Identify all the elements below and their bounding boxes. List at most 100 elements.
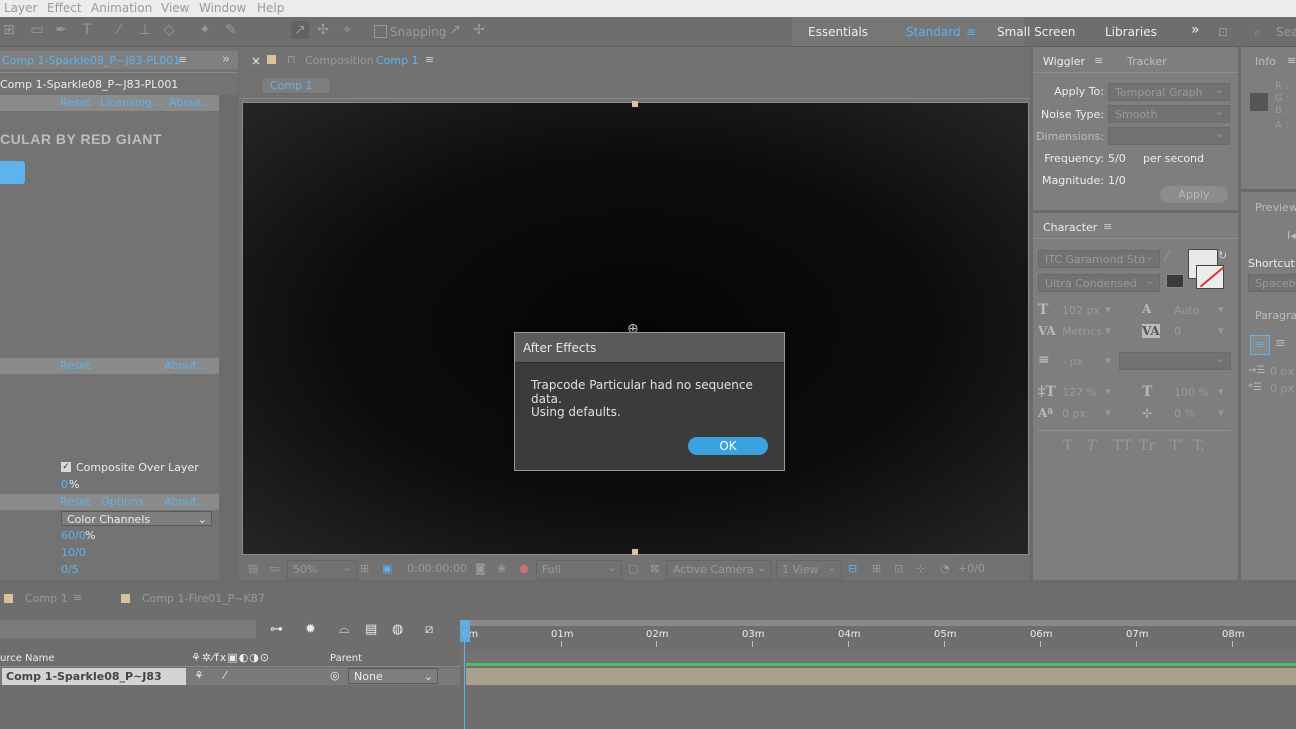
- grid-icon[interactable]: ▣: [382, 562, 392, 575]
- swap-colors-icon[interactable]: ↻: [1218, 249, 1227, 262]
- indent-first-value[interactable]: 0 px: [1270, 382, 1294, 395]
- view-axis-icon[interactable]: ⌖: [338, 21, 356, 39]
- panel-menu-icon[interactable]: ≡: [425, 53, 434, 66]
- transparency-grid-icon[interactable]: ⊠: [650, 562, 659, 575]
- region-icon[interactable]: ▢: [628, 562, 638, 575]
- channels-dropdown[interactable]: Color Channels ⌄: [61, 511, 212, 526]
- puppet-pin-icon[interactable]: ✎: [222, 21, 240, 39]
- timeline-search-input[interactable]: [0, 620, 256, 638]
- small-caps-button[interactable]: Tr: [1139, 438, 1155, 454]
- leading-value[interactable]: Auto: [1174, 304, 1200, 317]
- composite-value[interactable]: 0: [61, 478, 68, 491]
- character-tab[interactable]: Character: [1043, 221, 1097, 234]
- menu-help[interactable]: Help: [257, 0, 284, 16]
- exposure-value[interactable]: +0/0: [958, 562, 985, 575]
- graph-editor-icon[interactable]: ⧄: [425, 622, 433, 637]
- panel-menu-icon[interactable]: ≡: [73, 591, 82, 604]
- rectangle-tool-icon[interactable]: ▭: [28, 21, 46, 39]
- menu-layer[interactable]: Layer: [4, 0, 37, 16]
- stroke-width-value[interactable]: - px: [1062, 355, 1083, 368]
- eraser-tool-icon[interactable]: ◇: [160, 21, 178, 39]
- tracking-value[interactable]: 0: [1174, 325, 1181, 338]
- indent-left-value[interactable]: 0 px: [1270, 365, 1294, 378]
- composition-viewer[interactable]: ⊕: [242, 101, 1029, 555]
- about-link[interactable]: About...: [169, 96, 212, 109]
- layer-duration-bar[interactable]: [466, 668, 1296, 685]
- exposure-icon[interactable]: ◔: [940, 562, 950, 575]
- layer-row[interactable]: Comp 1-Sparkle08_P~J83 ⚘ ⁄ ◎ None ⌄: [0, 668, 460, 685]
- scrollbar[interactable]: [219, 95, 238, 580]
- snap-feather-icon[interactable]: ✢: [470, 21, 488, 39]
- quality-switch-icon[interactable]: ⁄: [224, 669, 226, 682]
- clone-stamp-icon[interactable]: ⊥: [136, 21, 154, 39]
- shortcut-dropdown[interactable]: Spaceba: [1248, 272, 1296, 292]
- world-axis-icon[interactable]: ✣: [314, 21, 332, 39]
- brush-tool-icon[interactable]: ⁄: [110, 21, 128, 39]
- about-link[interactable]: About...: [164, 495, 207, 508]
- reset-link[interactable]: Reset: [60, 359, 91, 372]
- work-area-bar[interactable]: [466, 663, 1296, 666]
- apply-button[interactable]: Apply: [1160, 186, 1228, 203]
- roto-brush-icon[interactable]: ✦: [196, 21, 214, 39]
- lock-icon[interactable]: ⊓: [287, 53, 296, 66]
- baseline-shift-value[interactable]: 0 px: [1062, 407, 1086, 420]
- transform-handle[interactable]: [632, 549, 638, 555]
- param-value-2[interactable]: 10/0: [61, 546, 86, 559]
- time-navigator[interactable]: [460, 620, 1296, 626]
- workspace-essentials[interactable]: Essentials: [808, 25, 868, 39]
- fit-icon[interactable]: ⊞: [360, 562, 369, 575]
- frame-blending-icon[interactable]: ▤: [365, 622, 377, 637]
- tab-tracker[interactable]: Tracker: [1127, 55, 1167, 68]
- snapping-checkbox[interactable]: [374, 25, 387, 38]
- paragraph-tab[interactable]: Paragrap: [1255, 309, 1296, 322]
- search-input[interactable]: Sear: [1276, 25, 1296, 39]
- monitor-icon[interactable]: ▭: [269, 562, 279, 575]
- always-preview-icon[interactable]: ▤: [248, 562, 258, 575]
- align-left-icon[interactable]: ≡: [1250, 335, 1270, 355]
- stroke-color-swatch[interactable]: [1196, 265, 1225, 289]
- camera-icon[interactable]: ◙: [475, 562, 486, 575]
- motion-blur-icon[interactable]: ◍: [392, 622, 403, 637]
- noise-type-dropdown[interactable]: Smooth: [1108, 103, 1230, 123]
- local-axis-icon[interactable]: ↗: [291, 21, 309, 39]
- effect-controls-tab[interactable]: Comp 1-Sparkle08_P~J83-PL001: [2, 54, 180, 67]
- workspace-libraries[interactable]: Libraries: [1105, 25, 1157, 39]
- timeline-tab-comp1[interactable]: Comp 1: [25, 592, 68, 605]
- preview-tab[interactable]: Preview: [1255, 201, 1296, 214]
- sync-icon[interactable]: ⊡: [1218, 25, 1228, 39]
- pickwhip-icon[interactable]: ◎: [330, 669, 340, 682]
- font-family-dropdown[interactable]: ITC Garamond Std: [1038, 248, 1160, 268]
- menu-effect[interactable]: Effect: [47, 0, 82, 16]
- orbit-tool-icon[interactable]: ⊞: [0, 21, 18, 39]
- timeline-icon[interactable]: ⊞: [872, 562, 881, 575]
- reset-link[interactable]: Reset: [60, 96, 91, 109]
- panel-menu-icon[interactable]: ≡: [1287, 54, 1296, 67]
- playhead-handle[interactable]: [460, 620, 470, 642]
- snap-edge-icon[interactable]: ↗: [446, 21, 464, 39]
- dimensions-dropdown[interactable]: [1108, 125, 1230, 145]
- panel-expand-icon[interactable]: »: [222, 52, 230, 67]
- reset-link[interactable]: Reset: [60, 495, 91, 508]
- layer-name[interactable]: Comp 1-Sparkle08_P~J83: [2, 668, 186, 685]
- play-icon[interactable]: I◂: [1287, 229, 1296, 242]
- licensing-link[interactable]: Licensing...: [100, 96, 162, 109]
- stroke-style-dropdown[interactable]: [1119, 350, 1231, 370]
- faux-bold-button[interactable]: T: [1063, 438, 1072, 454]
- panel-menu-icon[interactable]: ≡: [1094, 54, 1103, 67]
- flowchart-icon[interactable]: ⊹: [916, 562, 925, 575]
- workspace-small-screen[interactable]: Small Screen: [997, 25, 1075, 39]
- resolution-dropdown[interactable]: Full ⌄: [536, 560, 622, 580]
- shy-layers-icon[interactable]: ⌓: [339, 622, 349, 637]
- tsume-value[interactable]: 0 %: [1174, 407, 1195, 420]
- tab-wiggler[interactable]: Wiggler: [1043, 55, 1085, 68]
- magnitude-value[interactable]: 1/0: [1108, 174, 1126, 187]
- panel-menu-icon[interactable]: ≡: [1103, 220, 1112, 233]
- close-icon[interactable]: ×: [251, 54, 261, 68]
- comp-mini-flowchart-icon[interactable]: ⊶: [270, 622, 283, 637]
- menu-animation[interactable]: Animation: [91, 0, 152, 16]
- param-value-3[interactable]: 0/5: [61, 563, 79, 576]
- composition-name[interactable]: Comp 1: [376, 54, 419, 67]
- frequency-value[interactable]: 5/0: [1108, 152, 1126, 165]
- menu-window[interactable]: Window: [199, 0, 246, 16]
- info-tab[interactable]: Info: [1255, 55, 1276, 68]
